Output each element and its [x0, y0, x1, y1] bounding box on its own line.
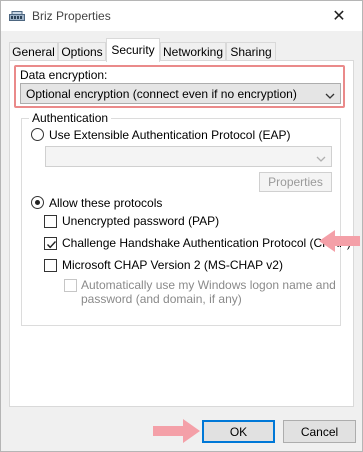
mschapv2-label[interactable]: Microsoft CHAP Version 2 (MS-CHAP v2) — [62, 258, 283, 272]
eap-label[interactable]: Use Extensible Authentication Protocol (… — [49, 128, 290, 142]
eap-properties-button[interactable]: Properties — [259, 172, 332, 192]
auto-logon-checkbox[interactable] — [64, 279, 77, 292]
window-title: Briz Properties — [32, 9, 111, 23]
auto-logon-label-line1: Automatically use my Windows logon name … — [81, 278, 336, 292]
mschapv2-checkbox[interactable] — [44, 259, 57, 272]
eap-method-dropdown[interactable] — [45, 146, 332, 167]
data-encryption-value: Optional encryption (connect even if no … — [26, 87, 297, 101]
data-encryption-dropdown[interactable]: Optional encryption (connect even if no … — [20, 83, 341, 104]
chevron-down-icon — [325, 89, 335, 103]
close-icon: ✕ — [332, 8, 346, 25]
title-bar: Briz Properties ✕ — [1, 1, 362, 31]
annotation-arrow-icon — [319, 229, 361, 256]
tab-networking[interactable]: Networking — [160, 42, 226, 61]
data-encryption-label: Data encryption: — [20, 68, 108, 82]
network-connection-icon — [9, 10, 25, 25]
authentication-legend: Authentication — [29, 111, 112, 125]
chap-label[interactable]: Challenge Handshake Authentication Proto… — [62, 236, 351, 250]
checkmark-icon — [46, 241, 57, 249]
cancel-button[interactable]: Cancel — [283, 420, 356, 443]
ok-button[interactable]: OK — [202, 420, 275, 443]
tab-security[interactable]: Security — [106, 38, 160, 62]
close-button[interactable]: ✕ — [322, 3, 356, 29]
tab-sharing[interactable]: Sharing — [226, 42, 276, 61]
properties-window: Briz Properties ✕ General Options Securi… — [0, 0, 363, 452]
auto-logon-label-line2: password (and domain, if any) — [81, 292, 242, 306]
allow-protocols-radio[interactable] — [31, 196, 44, 209]
chevron-down-icon — [316, 152, 326, 166]
allow-protocols-label[interactable]: Allow these protocols — [49, 196, 162, 210]
tab-options[interactable]: Options — [58, 42, 106, 61]
eap-radio[interactable] — [31, 128, 44, 141]
chap-checkbox[interactable] — [44, 237, 57, 250]
pap-checkbox[interactable] — [44, 215, 57, 228]
pap-label[interactable]: Unencrypted password (PAP) — [62, 214, 219, 228]
annotation-arrow-icon — [151, 418, 201, 447]
tab-general[interactable]: General — [9, 42, 58, 61]
